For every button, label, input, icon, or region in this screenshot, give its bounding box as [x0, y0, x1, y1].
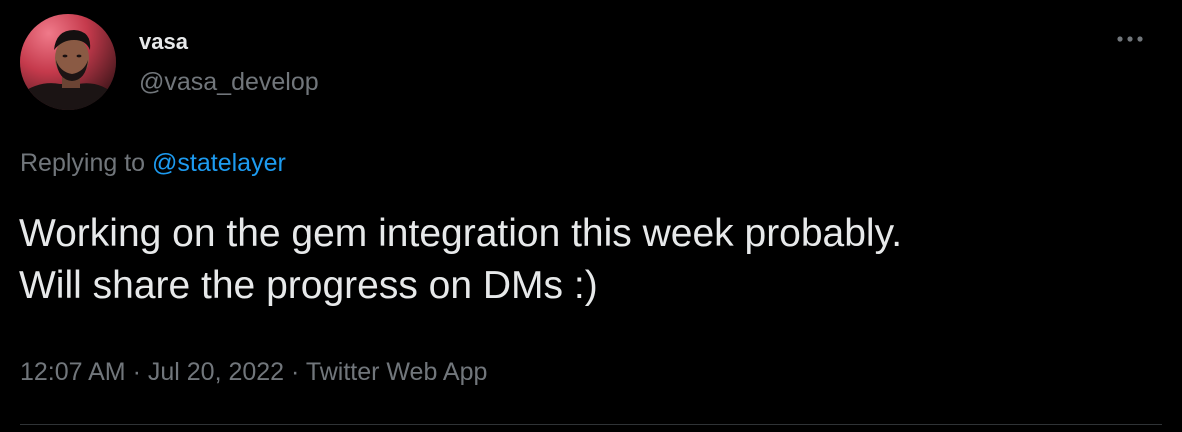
tweet-time[interactable]: 12:07 AM [20, 358, 126, 386]
meta-separator: · [284, 358, 306, 386]
replying-to: Replying to @statelayer [20, 145, 286, 181]
display-name[interactable]: vasa [139, 28, 188, 56]
divider [20, 424, 1162, 425]
avatar[interactable] [20, 14, 116, 110]
tweet-text-line: Working on the gem integration this week… [19, 212, 903, 255]
more-horizontal-icon [1117, 36, 1143, 42]
tweet-text: Working on the gem integration this week… [19, 208, 1159, 312]
tweet-text-line: Will share the progress on DMs :) [19, 264, 598, 307]
tweet-source: Twitter Web App [305, 358, 488, 386]
more-options-button[interactable] [1110, 24, 1150, 54]
tweet-meta: 12:07 AM · Jul 20, 2022 · Twitter Web Ap… [20, 354, 487, 390]
meta-separator: · [125, 358, 148, 386]
mention-link[interactable]: @statelayer [152, 149, 286, 177]
avatar-image [20, 14, 116, 110]
tweet-date[interactable]: Jul 20, 2022 [148, 358, 284, 386]
replying-to-label: Replying to [20, 149, 153, 177]
user-handle[interactable]: @vasa_develop [139, 66, 319, 98]
tweet-card: vasa @vasa_develop Replying to @statelay… [0, 0, 1182, 432]
